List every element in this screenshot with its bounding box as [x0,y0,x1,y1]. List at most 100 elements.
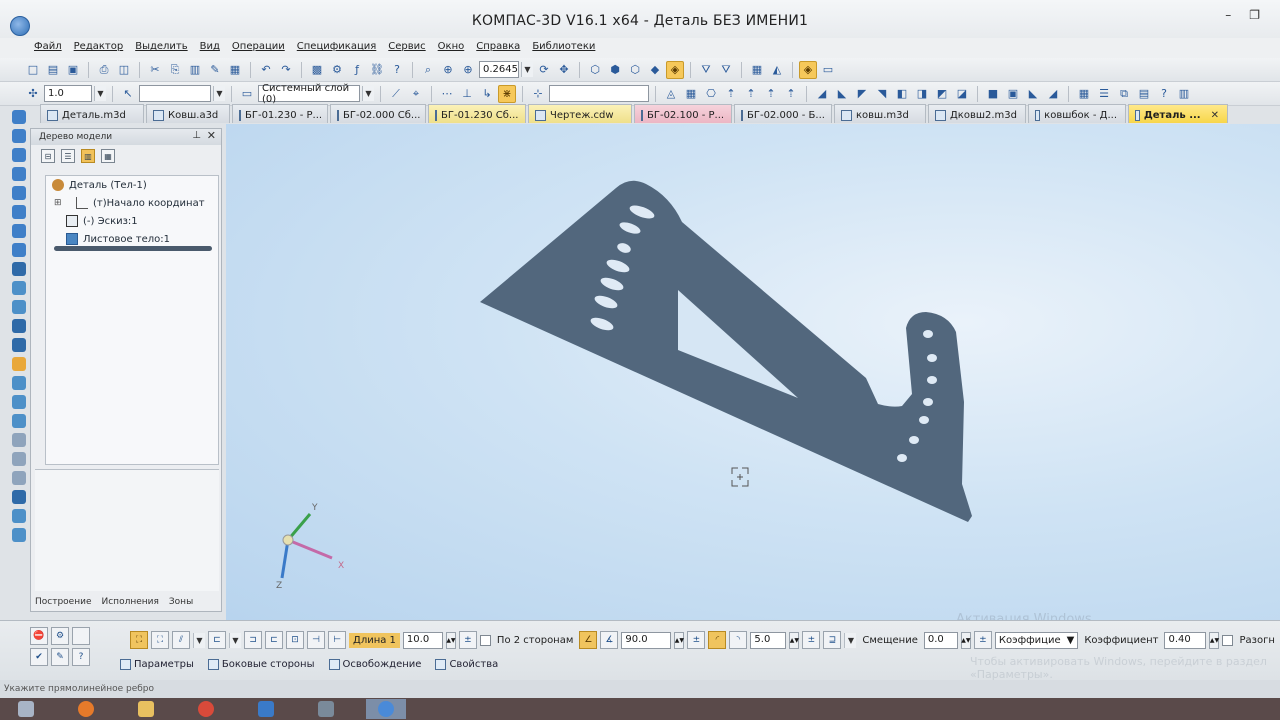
tab-detal-active[interactable]: Деталь ... ✕ [1128,104,1228,123]
tab-relief[interactable]: Освобождение [328,659,421,670]
assembly-tool-icon[interactable] [12,490,26,504]
tree-order-icon[interactable]: ⊟ [41,149,55,163]
print-icon[interactable]: ⎙ [95,61,113,79]
cursor-step-input[interactable]: 1.0 [44,85,92,102]
magnet-icon[interactable]: ⊹ [529,85,547,103]
cut-icon[interactable]: ✂ [146,61,164,79]
edge-dropdown-icon[interactable]: ▼ [193,632,205,648]
sheet-bend2-icon[interactable]: ◣ [1024,85,1042,103]
orientation-icon[interactable]: ⬡ [586,61,604,79]
length-input[interactable]: 10.0 [402,631,443,649]
coefficient-input[interactable]: 0.40 [1164,631,1207,649]
create-object-icon[interactable]: ✔ [30,648,48,666]
layer-dropdown-icon[interactable]: ▼ [362,86,374,101]
plane-tool-icon[interactable] [12,186,26,200]
step-dropdown-icon[interactable]: ▼ [94,86,106,101]
tab-detal-m3d[interactable]: Деталь.m3d [40,104,144,123]
task-tool[interactable] [306,699,346,719]
snap-value-input[interactable] [549,85,649,102]
axis-tool-icon[interactable] [12,167,26,181]
zoom-dropdown-icon[interactable]: ▼ [521,62,533,77]
tab-executions[interactable]: Исполнения [102,597,159,607]
open-folder-icon[interactable]: ▤ [44,61,62,79]
perspective-icon[interactable]: ◭ [768,61,786,79]
side-mid-icon[interactable]: ⊡ [286,631,304,649]
geometry-tool-icon[interactable] [12,110,26,124]
tab-zones[interactable]: Зоны [169,597,193,607]
length-add-icon[interactable]: ± [458,631,477,649]
redo-icon[interactable]: ↷ [277,61,295,79]
select-tool-icon[interactable] [12,528,26,542]
geometry-icon[interactable]: ◬ [662,85,680,103]
sheet-fold-icon[interactable]: ◩ [933,85,951,103]
tab-parameters[interactable]: Параметры [120,659,194,670]
tab-bg-02-000-b[interactable]: БГ-02.000 - Б... [734,104,832,123]
placement-icon[interactable]: ⊏ [208,631,226,649]
sheet-mode-icon[interactable]: ◈ [799,60,817,79]
menu-select[interactable]: Выделить [129,38,193,58]
close-tab-icon[interactable]: ✕ [1211,110,1219,121]
angle-type-icon[interactable]: ∠ [579,631,598,649]
tree-structure-icon[interactable]: ▥ [81,149,95,163]
menu-window[interactable]: Окно [432,38,471,58]
local-cs-icon[interactable]: ↳ [478,85,496,103]
point-tool-icon[interactable] [12,205,26,219]
rotate-icon[interactable]: ⟳ [535,61,553,79]
sheet-unfold-icon[interactable]: ◨ [913,85,931,103]
angle-type2-icon[interactable]: ∡ [600,631,619,649]
sheet-part[interactable] [480,180,972,523]
task-firefox[interactable] [66,699,106,719]
cursor-coords-icon[interactable]: ↖ [119,85,137,103]
coef-spinner-icon[interactable]: ▲▼ [1209,631,1220,649]
surface-tool-icon[interactable] [12,148,26,162]
save-icon[interactable]: ▣ [64,61,82,79]
new-document-icon[interactable]: □ [24,61,42,79]
list-icon[interactable]: ☰ [1095,85,1113,103]
coords-input[interactable] [139,85,211,102]
radius-input[interactable]: 5.0 [750,631,787,649]
tab-bg-02-100-r[interactable]: БГ-02.100 - Р... [634,104,732,123]
arrow-up4-icon[interactable]: ⇡ [782,85,800,103]
menu-view[interactable]: Вид [194,38,226,58]
zoom-window-icon[interactable]: ⌕ [419,61,437,79]
jog-tool-icon[interactable] [12,338,26,352]
angle-add-icon[interactable]: ± [687,631,706,649]
louver-tool-icon[interactable] [12,395,26,409]
undo-icon[interactable]: ↶ [257,61,275,79]
shaded-edges-icon[interactable]: ◈ [666,60,684,79]
menu-operations[interactable]: Операции [226,38,291,58]
snap-mode-icon[interactable]: ⋇ [498,84,516,103]
3d-viewport[interactable]: Y X Z [226,124,1280,620]
tree-scroll-indicator[interactable] [54,246,212,251]
bend-type-icon[interactable]: ⛶ [130,631,148,649]
sheet-flange-icon[interactable]: ◣ [833,85,851,103]
help-icon[interactable]: ? [1155,85,1173,103]
format-painter-icon[interactable]: ✎ [206,61,224,79]
tree-item-origin[interactable]: ⊞ (т)Начало координат [46,194,218,212]
help-prop-icon[interactable]: ? [72,648,90,666]
sheet-body-icon[interactable]: ▣ [1004,85,1022,103]
pin-icon[interactable]: ⊥ [192,130,201,141]
rib-tool-icon[interactable] [12,414,26,428]
library-icon[interactable]: ⚙ [328,61,346,79]
tab-chertezh-cdw[interactable]: Чертеж.cdw [528,104,632,123]
tab-kovsh-m3d[interactable]: ковш.m3d [834,104,926,123]
sheet-cut-icon[interactable]: ◥ [873,85,891,103]
spec-tool-icon[interactable] [12,433,26,447]
arrow-up-icon[interactable]: ⇡ [722,85,740,103]
task-explorer[interactable] [126,699,166,719]
zoom-all-icon[interactable]: ⊕ [439,61,457,79]
manager-icon[interactable]: ▩ [308,61,326,79]
zoom-scale-input[interactable]: 0.2645 [479,61,519,78]
sketch-tool-icon[interactable] [12,224,26,238]
sheet-stamp-icon[interactable]: ◪ [953,85,971,103]
table-icon[interactable]: ▦ [682,85,700,103]
tree-item-sketch[interactable]: (-) Эскиз:1 [46,212,218,230]
menu-libraries[interactable]: Библиотеки [526,38,601,58]
tab-bg-01-230-r[interactable]: БГ-01.230 - Р... [232,104,328,123]
length-spinner-icon[interactable]: ▲▼ [445,631,456,649]
radius-spinner-icon[interactable]: ▲▼ [789,631,800,649]
sketch-square-icon[interactable]: ■ [984,85,1002,103]
radius-type-icon[interactable]: ◜ [708,631,727,649]
array-icon[interactable]: ▦ [1075,85,1093,103]
